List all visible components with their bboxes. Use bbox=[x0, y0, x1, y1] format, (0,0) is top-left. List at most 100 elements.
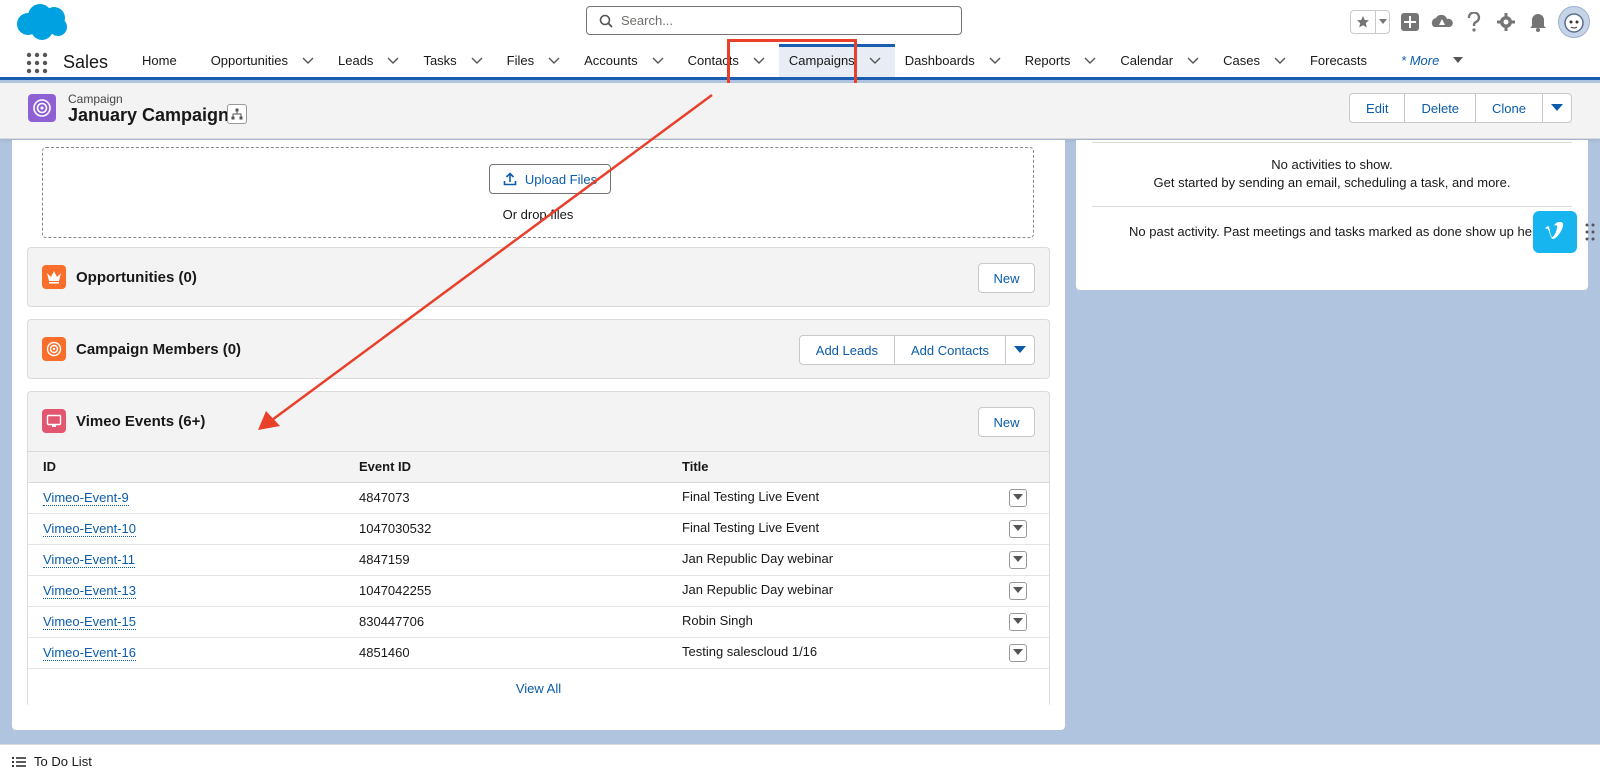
more-actions-button[interactable] bbox=[1543, 93, 1572, 123]
nav-item-leads[interactable]: Leads bbox=[328, 44, 413, 77]
global-search[interactable] bbox=[586, 6, 962, 35]
card-title[interactable]: Opportunities (0) bbox=[76, 269, 197, 286]
page-title: January Campaign bbox=[68, 105, 230, 125]
trailhead-icon[interactable] bbox=[1430, 10, 1454, 34]
chevron-down-icon[interactable] bbox=[869, 57, 881, 65]
vimeo-icon[interactable] bbox=[1533, 211, 1577, 253]
chevron-down-icon bbox=[1014, 346, 1026, 353]
file-drop-zone[interactable]: Upload Files Or drop files bbox=[42, 147, 1034, 238]
nav-item-reports[interactable]: Reports bbox=[1015, 44, 1111, 77]
search-input[interactable] bbox=[621, 13, 921, 28]
star-icon[interactable] bbox=[1351, 11, 1375, 33]
get-started-text: Get started by sending an email, schedul… bbox=[1153, 175, 1511, 190]
bell-icon[interactable] bbox=[1526, 10, 1550, 34]
cell-id: Vimeo-Event-16 bbox=[28, 637, 344, 669]
members-more-button[interactable] bbox=[1006, 335, 1035, 365]
todo-list-label: To Do List bbox=[34, 754, 92, 769]
row-actions-button[interactable] bbox=[1009, 519, 1027, 538]
view-all-link[interactable]: View All bbox=[28, 669, 1049, 709]
vimeo-event-link[interactable]: Vimeo-Event-10 bbox=[43, 521, 136, 537]
nav-item-tasks[interactable]: Tasks bbox=[413, 44, 496, 77]
cell-title: Robin Singh bbox=[667, 606, 1049, 638]
favorites-button-group[interactable] bbox=[1350, 10, 1390, 34]
drag-handle-icon[interactable] bbox=[1585, 222, 1595, 242]
chevron-down-icon[interactable] bbox=[471, 57, 483, 65]
table-row: Vimeo-Event-11 4847159 Jan Republic Day we… bbox=[28, 544, 1049, 576]
row-actions-button[interactable] bbox=[1009, 550, 1027, 569]
upload-files-button[interactable]: Upload Files bbox=[489, 164, 611, 194]
add-contacts-button[interactable]: Add Contacts bbox=[894, 335, 1006, 365]
chevron-down-icon bbox=[1013, 556, 1023, 562]
avatar[interactable] bbox=[1558, 6, 1590, 38]
new-vimeo-event-button[interactable]: New bbox=[978, 407, 1035, 437]
chevron-down-icon[interactable] bbox=[1274, 57, 1286, 65]
target-icon bbox=[42, 337, 66, 361]
table-row: Vimeo-Event-13 1047042255 Jan Republic Day… bbox=[28, 575, 1049, 607]
row-actions-button[interactable] bbox=[1009, 488, 1027, 507]
vimeo-event-link[interactable]: Vimeo-Event-15 bbox=[43, 614, 136, 630]
column-header-title[interactable]: Title bbox=[667, 452, 1049, 483]
column-header-id[interactable]: ID bbox=[28, 452, 344, 483]
card-title[interactable]: Vimeo Events (6+) bbox=[76, 413, 205, 430]
clone-button[interactable]: Clone bbox=[1476, 93, 1543, 123]
row-actions-button[interactable] bbox=[1009, 643, 1027, 662]
cell-id: Vimeo-Event-13 bbox=[28, 575, 344, 607]
chevron-down-icon bbox=[1453, 57, 1464, 64]
vimeo-event-link[interactable]: Vimeo-Event-13 bbox=[43, 583, 136, 599]
help-icon[interactable] bbox=[1462, 10, 1486, 34]
todo-list-button[interactable]: To Do List bbox=[12, 754, 92, 769]
cell-event-id: 830447706 bbox=[344, 606, 667, 638]
todo-list-icon bbox=[12, 756, 26, 767]
nav-item-dashboards[interactable]: Dashboards bbox=[895, 44, 1015, 77]
edit-button[interactable]: Edit bbox=[1349, 93, 1406, 123]
annotation-highlight-box bbox=[727, 39, 857, 89]
chevron-down-icon[interactable] bbox=[989, 57, 1001, 65]
no-activities-text: No activities to show. bbox=[1271, 157, 1393, 172]
chevron-down-icon bbox=[1013, 587, 1023, 593]
chevron-down-icon[interactable] bbox=[302, 57, 314, 65]
record-type-label: Campaign bbox=[68, 92, 123, 106]
nav-item-home[interactable]: Home bbox=[132, 44, 201, 77]
vimeo-event-link[interactable]: Vimeo-Event-11 bbox=[43, 552, 136, 568]
add-icon[interactable] bbox=[1398, 10, 1422, 34]
salesforce-cloud-logo[interactable] bbox=[14, 2, 70, 42]
record-actions: Edit Delete Clone bbox=[1349, 93, 1572, 123]
nav-item-opportunities[interactable]: Opportunities bbox=[201, 44, 328, 77]
crown-icon bbox=[42, 265, 66, 289]
nav-item-cases[interactable]: Cases bbox=[1213, 44, 1300, 77]
cell-event-id: 4847159 bbox=[344, 544, 667, 576]
record-header: Campaign January Campaign Edit Delete Cl… bbox=[0, 83, 1600, 139]
card-title[interactable]: Campaign Members (0) bbox=[76, 341, 241, 358]
add-leads-button[interactable]: Add Leads bbox=[798, 335, 895, 365]
nav-item-accounts[interactable]: Accounts bbox=[574, 44, 677, 77]
table-header-row: ID Event ID Title bbox=[28, 452, 1049, 483]
nav-more-menu[interactable]: * More bbox=[1391, 44, 1477, 77]
nav-more-label: * More bbox=[1401, 53, 1440, 68]
nav-item-forecasts[interactable]: Forecasts bbox=[1300, 44, 1391, 77]
nav-item-label: Accounts bbox=[584, 53, 638, 68]
chevron-down-icon[interactable] bbox=[1084, 57, 1096, 65]
chevron-down-icon[interactable] bbox=[1375, 11, 1389, 33]
cell-event-id: 1047042255 bbox=[344, 575, 667, 607]
nav-item-label: Calendar bbox=[1120, 53, 1174, 68]
chevron-down-icon[interactable] bbox=[387, 57, 399, 65]
chevron-down-icon[interactable] bbox=[652, 57, 664, 65]
nav-item-files[interactable]: Files bbox=[497, 44, 574, 77]
main-panel: Upload Files Or drop files Opportunities… bbox=[12, 140, 1065, 730]
row-actions-button[interactable] bbox=[1009, 612, 1027, 631]
gear-icon[interactable] bbox=[1494, 10, 1518, 34]
row-actions-button[interactable] bbox=[1009, 581, 1027, 600]
app-launcher-icon[interactable] bbox=[26, 52, 48, 74]
vimeo-event-link[interactable]: Vimeo-Event-9 bbox=[43, 490, 129, 506]
chevron-down-icon[interactable] bbox=[1187, 57, 1199, 65]
column-header-event-id[interactable]: Event ID bbox=[344, 452, 667, 483]
nav-item-label: Cases bbox=[1223, 53, 1260, 68]
vimeo-event-link[interactable]: Vimeo-Event-16 bbox=[43, 645, 136, 661]
hierarchy-icon[interactable] bbox=[227, 104, 247, 124]
new-opportunity-button[interactable]: New bbox=[978, 263, 1035, 293]
table-row: Vimeo-Event-9 4847073 Final Testing Live E… bbox=[28, 482, 1049, 514]
chevron-down-icon[interactable] bbox=[548, 57, 560, 65]
nav-item-calendar[interactable]: Calendar bbox=[1110, 44, 1213, 77]
delete-button[interactable]: Delete bbox=[1405, 93, 1477, 123]
chevron-down-icon bbox=[1013, 525, 1023, 531]
